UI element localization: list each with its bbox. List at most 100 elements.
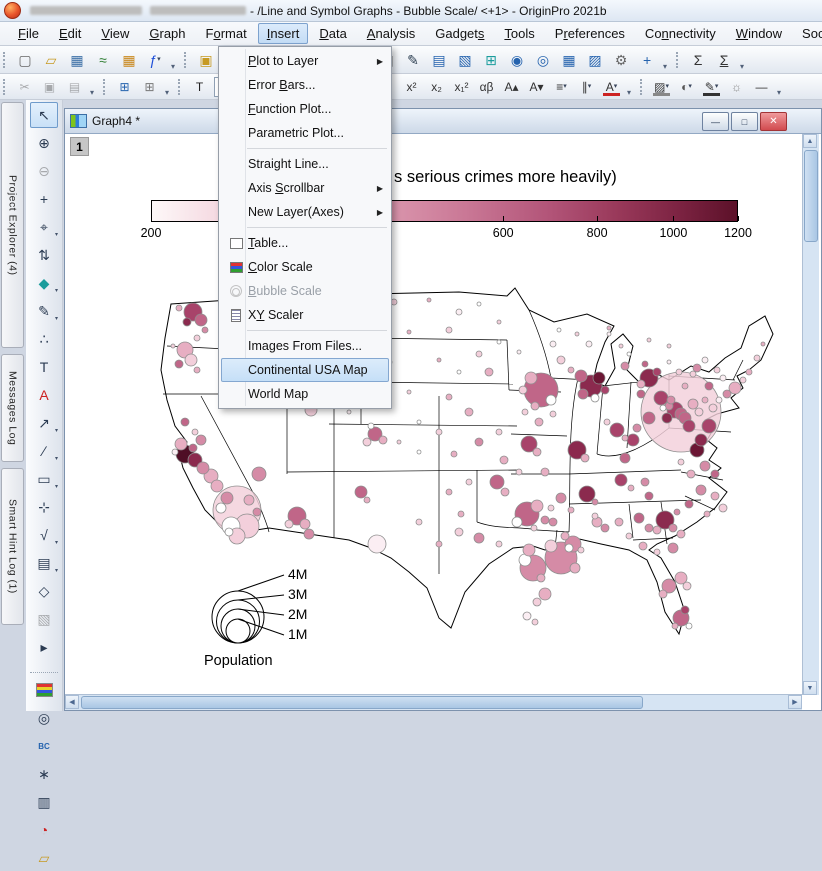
toolbar-overflow-icon[interactable]: ▾ — [740, 62, 744, 73]
graph-window-titlebar[interactable]: Graph4 * — □ ✕ — [65, 109, 821, 134]
zoom-all-button[interactable]: ◉ — [505, 48, 529, 72]
menu-edit[interactable]: Edit — [50, 23, 90, 44]
edit-button-button[interactable]: ✎ — [401, 48, 425, 72]
minimize-button[interactable]: — — [702, 112, 729, 131]
menu-item-table[interactable]: Table... — [221, 231, 389, 255]
menu-view[interactable]: View — [92, 23, 138, 44]
toolbar-overflow-icon[interactable]: ▾ — [663, 62, 667, 73]
formula-object-button[interactable]: √ ▾ — [30, 522, 58, 548]
menu-item-new-layer-axes[interactable]: New Layer(Axes) ▶ — [221, 200, 389, 224]
close-button[interactable]: ✕ — [760, 112, 787, 131]
restore-button[interactable]: □ — [731, 112, 758, 131]
font-color-dropdown-icon[interactable]: ▾ — [614, 83, 618, 90]
toolbar-grip[interactable] — [3, 78, 8, 95]
xy-scaler-object-button[interactable]: ▥ — [30, 789, 58, 815]
worksheet-query-button[interactable]: ▦ — [557, 48, 581, 72]
layer-overlap-button[interactable]: ▧ — [453, 48, 477, 72]
font-face-button[interactable]: T — [188, 76, 211, 98]
rescale-tool-button[interactable]: ◇ — [30, 578, 58, 604]
rectangle-tool-button[interactable]: ▭ ▾ — [30, 466, 58, 492]
menu-item-color-scale[interactable]: Color Scale — [221, 255, 389, 279]
messages-log-tab[interactable]: Messages Log — [1, 354, 24, 462]
alignment-dropdown-icon[interactable]: ▾ — [563, 83, 567, 90]
menu-item-parametric-plot[interactable]: Parametric Plot... — [221, 121, 389, 145]
increase-font-button[interactable]: A▴ — [500, 76, 523, 98]
color-scale-object-button[interactable] — [30, 677, 58, 703]
options-gear-button[interactable]: ⚙ — [609, 48, 633, 72]
menu-item-world-map[interactable]: World Map — [221, 382, 389, 406]
menu-item-function-plot[interactable]: Function Plot... — [221, 97, 389, 121]
horizontal-scrollbar[interactable]: ◀ ▶ — [65, 694, 802, 710]
add-columns-button[interactable]: + — [635, 48, 659, 72]
arrow-tool-button[interactable]: ↗ ▾ — [30, 410, 58, 436]
line-style-button[interactable]: — — [750, 76, 773, 98]
menu-connectivity[interactable]: Connectivity — [636, 23, 725, 44]
new-graph-button[interactable]: ≈ — [91, 48, 115, 72]
toolbar-grip[interactable] — [178, 78, 183, 95]
new-project-button[interactable]: ▢ — [13, 48, 37, 72]
menu-format[interactable]: Format — [197, 23, 256, 44]
layer-stack-button[interactable]: ▤ — [427, 48, 451, 72]
insert-graph-object-dropdown-icon[interactable]: ▾ — [55, 567, 58, 574]
draw-data-tool-button[interactable]: ✎ ▾ — [30, 298, 58, 324]
draw-data-tool-dropdown-icon[interactable]: ▾ — [55, 315, 58, 322]
superscript-button[interactable]: x² — [400, 76, 423, 98]
insert-graph-object-button[interactable]: ▤ ▾ — [30, 550, 58, 576]
zoom-in-tool-button[interactable]: ⊕ — [30, 130, 58, 156]
menu-item-continental-usa-map[interactable]: Continental USA Map — [221, 358, 389, 382]
new-workbook-button[interactable]: ▦ — [65, 48, 89, 72]
menu-file[interactable]: File — [9, 23, 48, 44]
asterisk-bracket-object-button[interactable]: ∗ — [30, 761, 58, 787]
toolbar-overflow-icon[interactable]: ▾ — [627, 88, 631, 99]
menu-insert[interactable]: Insert — [257, 23, 309, 44]
pan-tool-button[interactable]: ⊹ — [30, 494, 58, 520]
toolbar-overflow-icon[interactable]: ▾ — [90, 88, 94, 99]
add-layer-button[interactable]: ⊞ — [113, 76, 136, 98]
font-color-button[interactable]: A ▾ — [600, 76, 623, 98]
palette-dropdown-icon[interactable]: ▾ — [688, 83, 692, 90]
toolbar-grip[interactable] — [640, 78, 645, 95]
highlight-points-button[interactable]: ☼ — [725, 76, 748, 98]
scroll-right-icon[interactable]: ▶ — [788, 695, 802, 709]
menu-analysis[interactable]: Analysis — [358, 23, 424, 44]
fill-color-button[interactable]: ▨ ▾ — [650, 76, 673, 98]
screen-reader-button[interactable]: ⌖ ▾ — [30, 214, 58, 240]
layer-1-badge[interactable]: 1 — [70, 137, 89, 156]
line-color-dropdown-icon[interactable]: ▾ — [715, 83, 719, 90]
add-worksheet-button[interactable]: ⊞ — [138, 76, 161, 98]
super-subscript-button[interactable]: x₁² — [450, 76, 473, 98]
toolbar-grip[interactable] — [3, 51, 8, 68]
line-tool-dropdown-icon[interactable]: ▾ — [55, 455, 58, 462]
scroll-left-icon[interactable]: ◀ — [65, 695, 79, 709]
toolbar-grip[interactable] — [103, 78, 108, 95]
mask-range-tool-dropdown-icon[interactable]: ▾ — [55, 287, 58, 294]
subscript-button[interactable]: x₂ — [425, 76, 448, 98]
menu-item-xy-scaler[interactable]: XY Scaler — [221, 303, 389, 327]
rectangle-tool-dropdown-icon[interactable]: ▾ — [55, 483, 58, 490]
cluster-tool-button[interactable]: ∴ — [30, 326, 58, 352]
decrease-font-button[interactable]: A▾ — [525, 76, 548, 98]
screen-reader-dropdown-icon[interactable]: ▾ — [55, 231, 58, 238]
menu-social[interactable]: Social — [793, 23, 822, 44]
sum-statistics-button[interactable]: Σ — [712, 48, 736, 72]
project-explorer-tab[interactable]: Project Explorer (4) — [1, 102, 24, 348]
menu-item-axis-scrollbar[interactable]: Axis Scrollbar ▶ — [221, 176, 389, 200]
line-tool-button[interactable]: ∕ ▾ — [30, 438, 58, 464]
toolbar-grip[interactable] — [184, 51, 189, 68]
vertical-scrollbar[interactable]: ▲ ▼ — [802, 134, 819, 695]
open-button[interactable]: ▱ — [39, 48, 63, 72]
pointer-tool-button[interactable]: ↖ — [30, 102, 58, 128]
vertical-text-button[interactable]: ∥ ▾ — [575, 76, 598, 98]
alignment-button[interactable]: ≡ ▾ — [550, 76, 573, 98]
rescale-layers-button[interactable]: ⊞ — [479, 48, 503, 72]
toolbar-overflow-icon[interactable]: ▾ — [171, 62, 175, 73]
new-function-plot-button[interactable]: ƒ ▾ — [143, 48, 167, 72]
b-c-object-button[interactable]: BC — [30, 733, 58, 759]
smart-hint-log-tab[interactable]: Smart Hint Log (1) — [1, 468, 24, 625]
greek-chars-button[interactable]: αβ — [475, 76, 498, 98]
data-reader-button[interactable]: + — [30, 186, 58, 212]
horizontal-scroll-thumb[interactable] — [81, 696, 643, 709]
menu-window[interactable]: Window — [727, 23, 791, 44]
mask-range-tool-button[interactable]: ◆ ▾ — [30, 270, 58, 296]
menu-item-error-bars[interactable]: Error Bars... — [221, 73, 389, 97]
